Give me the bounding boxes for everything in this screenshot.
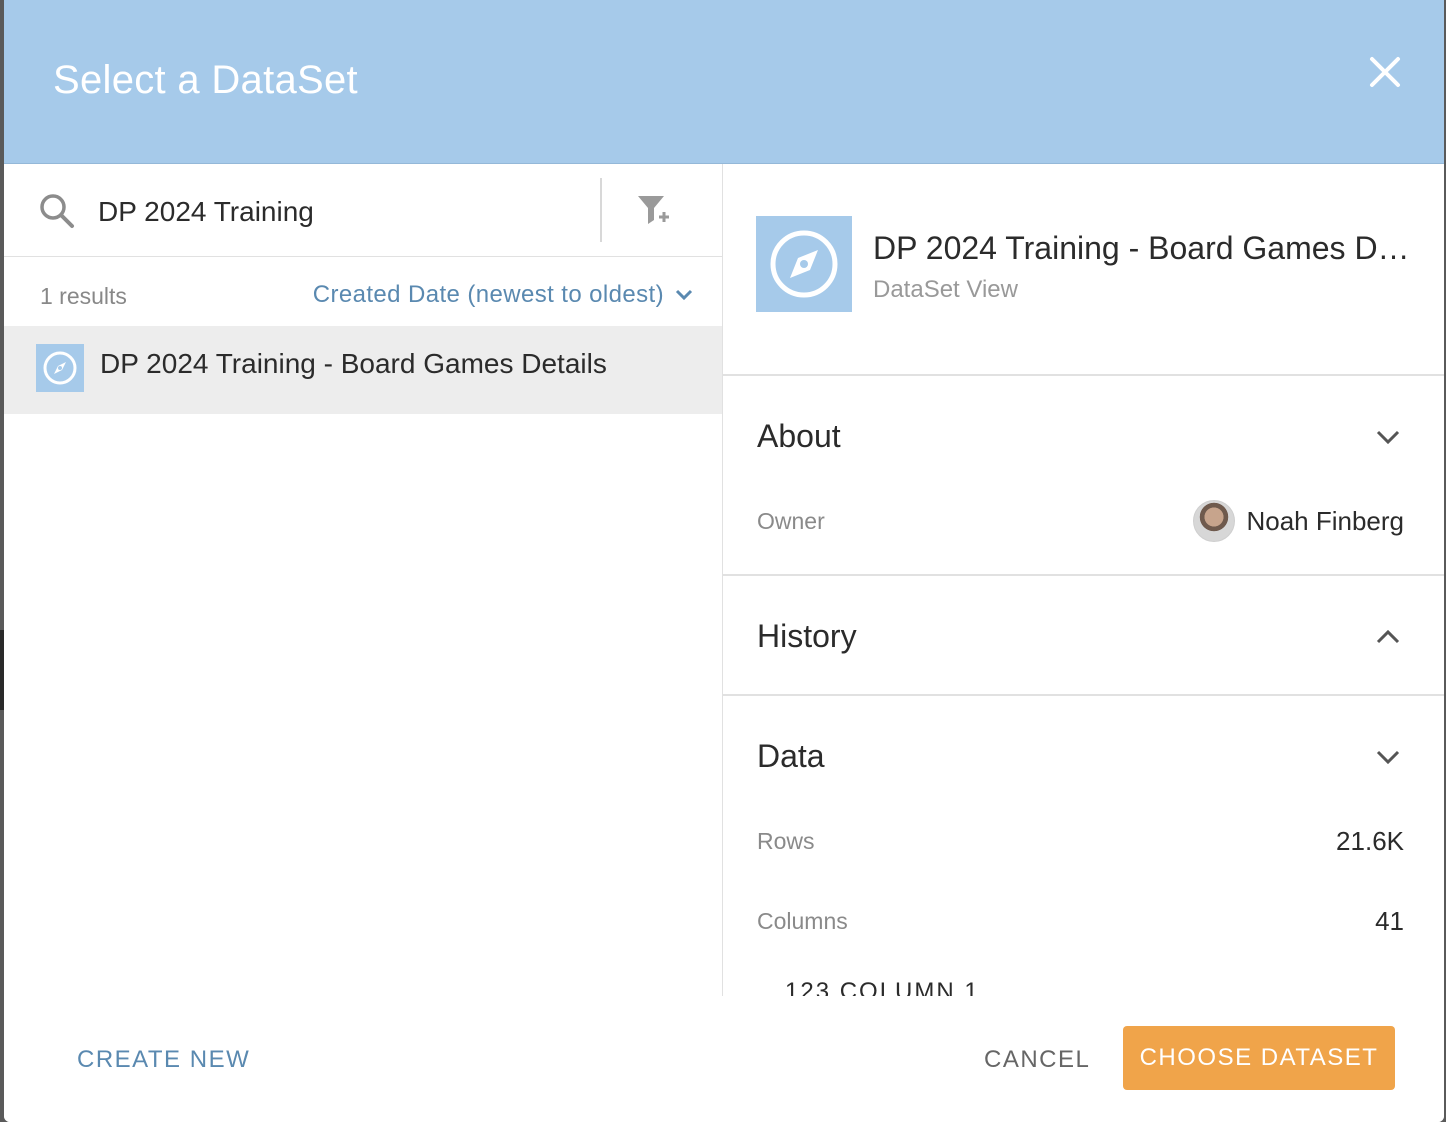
history-title: History	[757, 618, 857, 654]
modal-footer: CREATE NEW CANCEL CHOOSE DATASET	[4, 996, 1444, 1122]
chevron-down-icon[interactable]	[1373, 422, 1403, 452]
details-pane: DP 2024 Training - Board Games Details D…	[723, 164, 1444, 996]
cancel-button[interactable]: CANCEL	[984, 1046, 1090, 1074]
chevron-up-icon[interactable]	[1373, 622, 1403, 652]
compass-icon	[756, 216, 852, 312]
choose-dataset-button[interactable]: CHOOSE DATASET	[1123, 1026, 1395, 1090]
close-icon[interactable]	[1366, 53, 1404, 91]
create-new-button[interactable]: CREATE NEW	[77, 1046, 250, 1074]
history-section: History	[723, 576, 1444, 696]
rows-label: Rows	[757, 828, 815, 854]
add-filter-icon[interactable]	[634, 192, 674, 228]
list-item[interactable]: DP 2024 Training - Board Games Details	[4, 326, 722, 414]
select-dataset-modal: Select a DataSet DP 2024 Training 1 resu…	[4, 0, 1444, 1122]
modal-title: Select a DataSet	[53, 58, 358, 102]
list-item-label: DP 2024 Training - Board Games Details	[100, 348, 607, 379]
columns-value: 41	[1375, 906, 1404, 936]
owner-name[interactable]: Noah Finberg	[1246, 506, 1404, 537]
chevron-down-icon[interactable]	[1373, 742, 1403, 772]
chevron-down-icon	[675, 289, 693, 301]
search-pane: 1 results Created Date (newest to oldest…	[4, 164, 723, 996]
columns-label: Columns	[757, 908, 848, 934]
dataset-title: DP 2024 Training - Board Games Details	[873, 230, 1413, 266]
compass-icon	[36, 344, 84, 392]
search-icon	[38, 192, 76, 230]
search-divider	[600, 178, 602, 242]
search-input[interactable]	[96, 190, 590, 234]
column-peek: 123 COLUMN 1	[785, 978, 980, 996]
dataset-type: DataSet View	[873, 276, 1018, 303]
modal-header: Select a DataSet	[4, 0, 1444, 164]
avatar	[1193, 500, 1235, 542]
sort-label: Created Date (newest to oldest)	[312, 281, 664, 308]
about-section: About Owner Noah Finberg	[723, 376, 1444, 576]
sort-dropdown[interactable]: Created Date (newest to oldest)	[313, 281, 694, 309]
about-title: About	[757, 418, 841, 454]
search-bar	[4, 164, 722, 257]
owner-label: Owner	[757, 508, 825, 534]
data-title: Data	[757, 738, 825, 774]
results-count: 1 results	[40, 283, 127, 309]
rows-value: 21.6K	[1336, 826, 1404, 856]
data-section: Data Rows 21.6K Columns 41 123 COLUMN 1	[723, 696, 1444, 996]
dataset-header: DP 2024 Training - Board Games Details D…	[723, 164, 1444, 376]
results-toolbar: 1 results Created Date (newest to oldest…	[4, 257, 722, 325]
